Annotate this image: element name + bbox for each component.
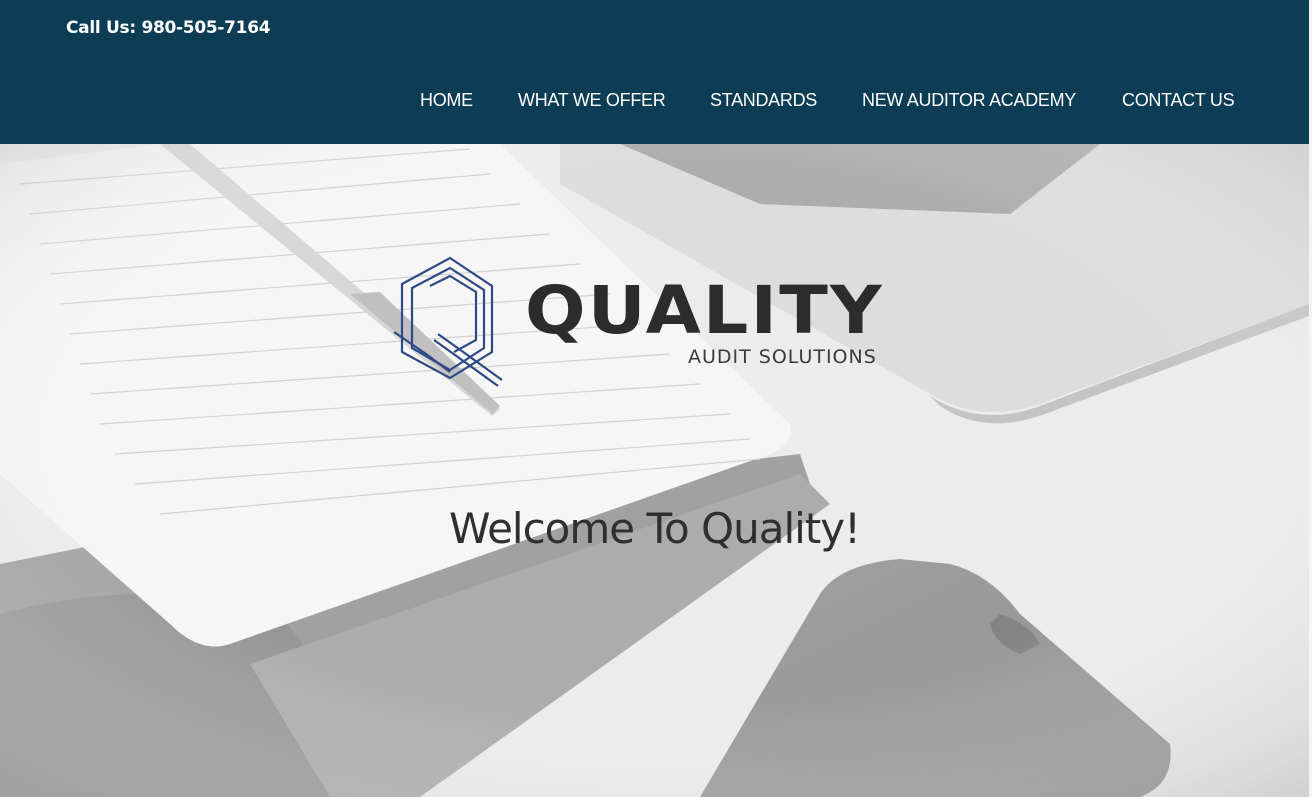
logo-wordmark: QUALITY	[525, 272, 884, 349]
nav-contact-us[interactable]: CONTACT US	[1122, 90, 1235, 111]
main-nav: HOME WHAT WE OFFER STANDARDS NEW AUDITOR…	[0, 90, 1309, 114]
hero-background-image	[0, 144, 1309, 797]
logo-subtitle: AUDIT SOLUTIONS	[688, 346, 877, 368]
welcome-heading: Welcome To Quality!	[449, 504, 861, 553]
site-header: Call Us: 980-505-7164 HOME WHAT WE OFFER…	[0, 0, 1309, 144]
quality-audit-logo[interactable]: QUALITY AUDIT SOLUTIONS	[390, 256, 900, 391]
hero-section: QUALITY AUDIT SOLUTIONS Welcome To Quali…	[0, 144, 1309, 797]
nav-what-we-offer[interactable]: WHAT WE OFFER	[518, 90, 666, 111]
phone-number[interactable]: Call Us: 980-505-7164	[66, 18, 271, 38]
nav-new-auditor-academy[interactable]: NEW AUDITOR ACADEMY	[862, 90, 1076, 111]
nav-home[interactable]: HOME	[420, 90, 473, 111]
nav-standards[interactable]: STANDARDS	[710, 90, 817, 111]
quality-q-logo-icon	[393, 256, 503, 387]
